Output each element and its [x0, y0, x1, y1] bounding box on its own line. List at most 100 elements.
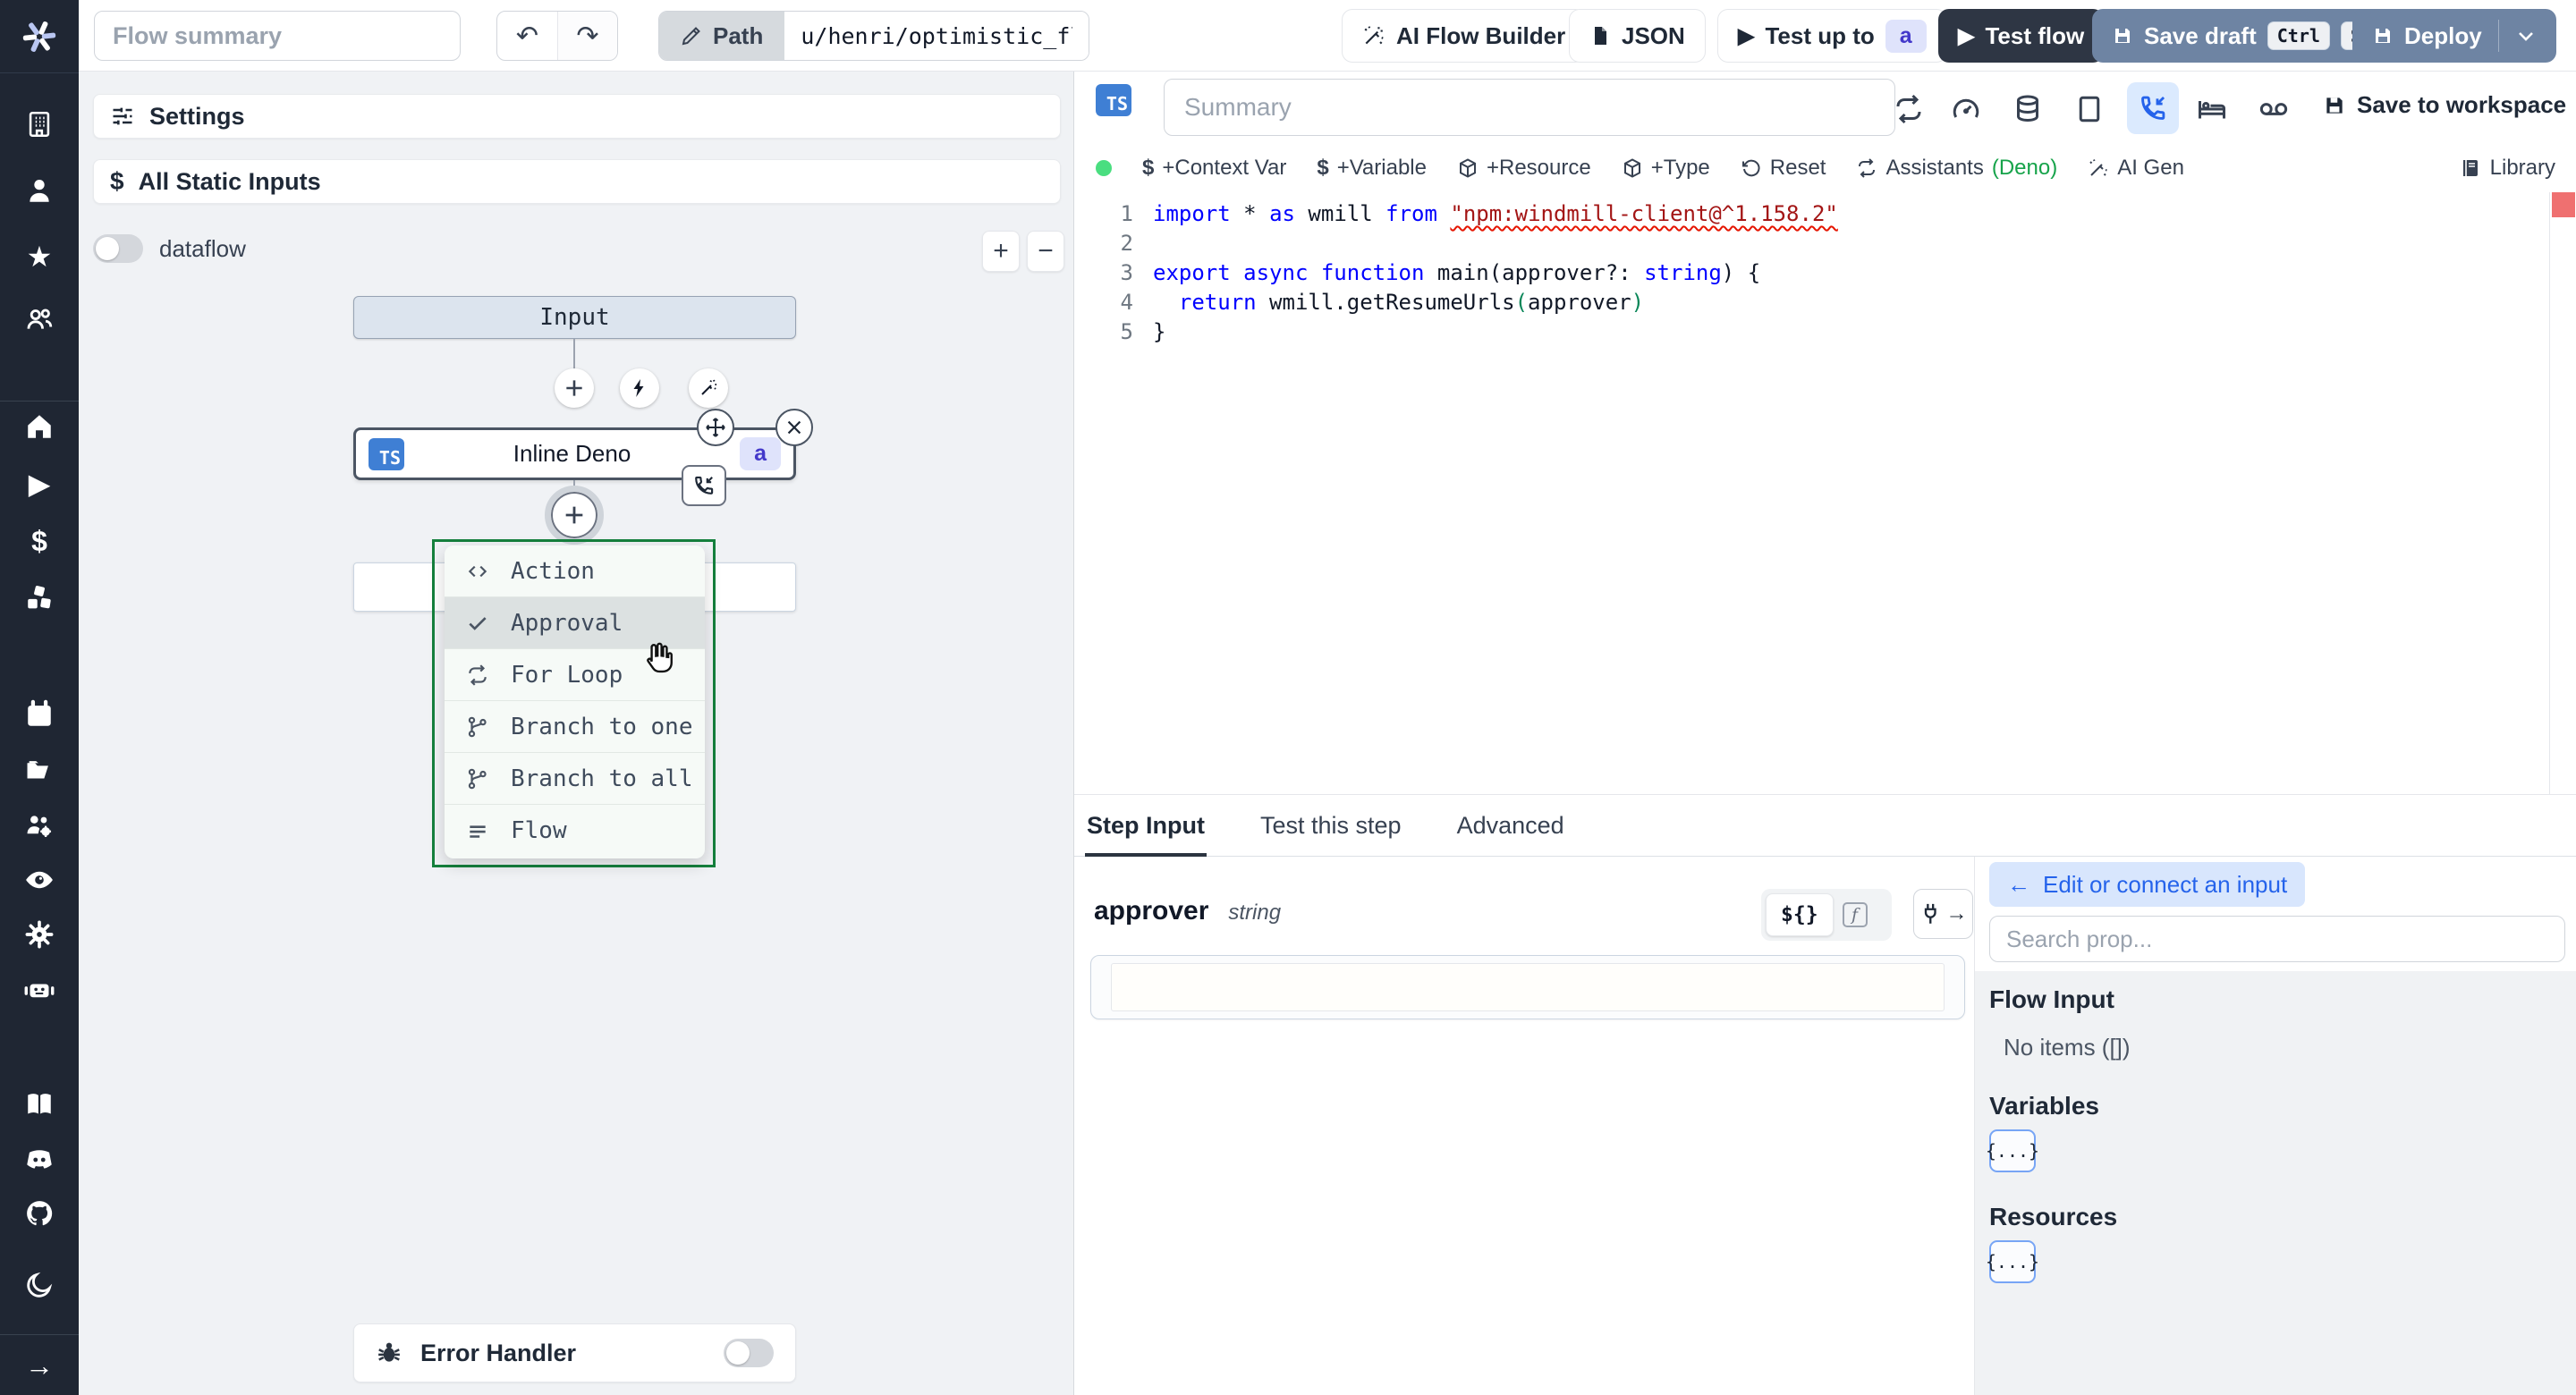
schedules-calendar-icon[interactable]: [0, 687, 79, 742]
move-step-handle[interactable]: [697, 409, 734, 446]
deploy-button[interactable]: Deploy: [2352, 9, 2556, 63]
add-type-button[interactable]: +Type: [1622, 156, 1710, 181]
undo-button[interactable]: ↶: [497, 12, 557, 60]
flow-input-title: Flow Input: [1989, 985, 2114, 1013]
git-branch-icon: [464, 715, 491, 739]
redo-button[interactable]: ↷: [557, 12, 617, 60]
minimap-divider: [2549, 192, 2550, 794]
variables-expand-button[interactable]: {...}: [1986, 1129, 2039, 1172]
test-up-to-button[interactable]: ▶ Test up to a: [1717, 9, 1947, 63]
zoom-in-button[interactable]: +: [982, 231, 1020, 272]
search-prop-input[interactable]: [1989, 916, 2565, 962]
windmill-logo[interactable]: [0, 0, 79, 73]
menu-item-flow[interactable]: Flow: [445, 805, 705, 857]
tab-step-input[interactable]: Step Input: [1085, 795, 1207, 857]
repeat-icon: [464, 664, 491, 687]
discord-icon[interactable]: [0, 1132, 79, 1188]
user-group-icon[interactable]: [0, 292, 79, 347]
menu-item-label: For Loop: [511, 661, 623, 689]
library-button[interactable]: Library: [2460, 156, 2555, 181]
code-editor[interactable]: 12345 import * as wmill from "npm:windmi…: [1074, 192, 2576, 794]
deploy-label: Deploy: [2404, 21, 2482, 49]
error-handler-toggle[interactable]: [724, 1339, 774, 1367]
ai-flow-builder-button[interactable]: AI Flow Builder: [1342, 9, 1587, 63]
field-value-input[interactable]: [1090, 955, 1965, 1019]
resources-cubes-icon[interactable]: [0, 571, 79, 626]
menu-item-action[interactable]: Action: [445, 545, 705, 597]
mock-square-icon[interactable]: [2073, 93, 2106, 125]
reset-button[interactable]: Reset: [1741, 156, 1826, 181]
error-handler-label: Error Handler: [420, 1339, 577, 1366]
back-arrow-icon: ←: [2007, 870, 2030, 898]
field-type: string: [1228, 900, 1282, 925]
audit-eye-icon[interactable]: [0, 852, 79, 908]
suspend-approval-button-active[interactable]: [2127, 82, 2179, 134]
template-expr-toggle[interactable]: ${}: [1766, 893, 1834, 936]
line-numbers: 12345: [1120, 201, 1133, 344]
sleep-bed-icon[interactable]: [2196, 93, 2228, 125]
tab-test-this-step[interactable]: Test this step: [1258, 795, 1403, 856]
dark-mode-moon-icon[interactable]: [0, 1257, 79, 1313]
function-mode-toggle[interactable]: f: [1837, 902, 1873, 927]
add-variable-button[interactable]: $ +Variable: [1317, 156, 1427, 181]
delete-step-button[interactable]: [775, 409, 813, 446]
variables-title: Variables: [1989, 1092, 2099, 1120]
expand-arrow-icon[interactable]: →: [0, 1338, 79, 1393]
ai-gen-button[interactable]: AI Gen: [2088, 156, 2184, 181]
zoom-out-button[interactable]: −: [1027, 231, 1064, 272]
rotate-ccw-icon: [1741, 157, 1762, 179]
cache-database-icon[interactable]: [2012, 93, 2044, 125]
docs-book-icon[interactable]: [0, 1077, 79, 1132]
home-icon[interactable]: [0, 399, 79, 454]
menu-item-branch-to-one[interactable]: Branch to one: [445, 701, 705, 753]
mouse-cursor-pointer: [638, 638, 677, 677]
save-to-workspace-button[interactable]: Save to workspace: [2323, 91, 2566, 119]
user-icon[interactable]: [0, 163, 79, 218]
all-static-inputs-label: All Static Inputs: [138, 167, 321, 195]
insert-step-button-active[interactable]: [545, 486, 604, 545]
pencil-icon: [681, 25, 702, 46]
folders-icon[interactable]: [0, 742, 79, 798]
resources-expand-button[interactable]: {...}: [1986, 1240, 2039, 1283]
save-draft-button[interactable]: Save draft Ctrl S: [2092, 9, 2391, 63]
edit-or-connect-button[interactable]: ← Edit or connect an input: [1989, 862, 2306, 907]
early-stop-gauge-icon[interactable]: [1950, 93, 1982, 125]
runs-play-icon[interactable]: ▶: [0, 456, 79, 512]
ai-wand-button[interactable]: [689, 368, 728, 408]
star-icon[interactable]: ★: [0, 229, 79, 284]
flow-summary-input[interactable]: [94, 11, 461, 61]
sliders-icon: [110, 104, 135, 129]
trigger-bolt-button[interactable]: [620, 368, 659, 408]
connect-input-button[interactable]: →: [1913, 889, 1973, 939]
flow-settings-button[interactable]: Settings: [93, 94, 1061, 139]
insert-step-button[interactable]: [555, 368, 594, 408]
settings-gear-icon[interactable]: [0, 907, 79, 962]
path-label: Path: [713, 21, 764, 49]
test-flow-button[interactable]: ▶ Test flow: [1938, 9, 2105, 63]
step-summary-input[interactable]: [1164, 79, 1895, 136]
building-icon[interactable]: [0, 97, 79, 152]
dataflow-toggle[interactable]: [93, 234, 143, 263]
groups-settings-icon[interactable]: [0, 798, 79, 853]
ai-flow-builder-label: AI Flow Builder: [1396, 21, 1566, 49]
flow-input-node[interactable]: Input: [353, 296, 796, 339]
retries-repeat-icon[interactable]: [1893, 93, 1925, 125]
error-handler-row[interactable]: Error Handler: [353, 1323, 796, 1382]
menu-item-branch-to-all[interactable]: Branch to all: [445, 753, 705, 805]
add-context-var-button[interactable]: $ +Context Var: [1142, 156, 1286, 181]
add-resource-button[interactable]: +Resource: [1457, 156, 1591, 181]
ai-robot-icon[interactable]: [0, 962, 79, 1018]
code-content[interactable]: import * as wmill from "npm:windmill-cli…: [1153, 199, 2541, 347]
json-button[interactable]: JSON: [1569, 9, 1706, 63]
assistants-button[interactable]: Assistants (Deno): [1856, 156, 2057, 181]
path-value-input[interactable]: [784, 12, 1089, 60]
variables-dollar-icon[interactable]: $: [0, 513, 79, 569]
magic-wand-icon: [2088, 157, 2109, 179]
path-chip[interactable]: Path: [659, 12, 785, 60]
lifetime-voicemail-icon[interactable]: [2258, 93, 2290, 125]
all-static-inputs-button[interactable]: $ All Static Inputs: [93, 159, 1061, 204]
deploy-more-button[interactable]: [2497, 20, 2537, 52]
step-id-badge: a: [1885, 19, 1927, 53]
github-icon[interactable]: [0, 1186, 79, 1241]
tab-advanced[interactable]: Advanced: [1455, 795, 1566, 856]
